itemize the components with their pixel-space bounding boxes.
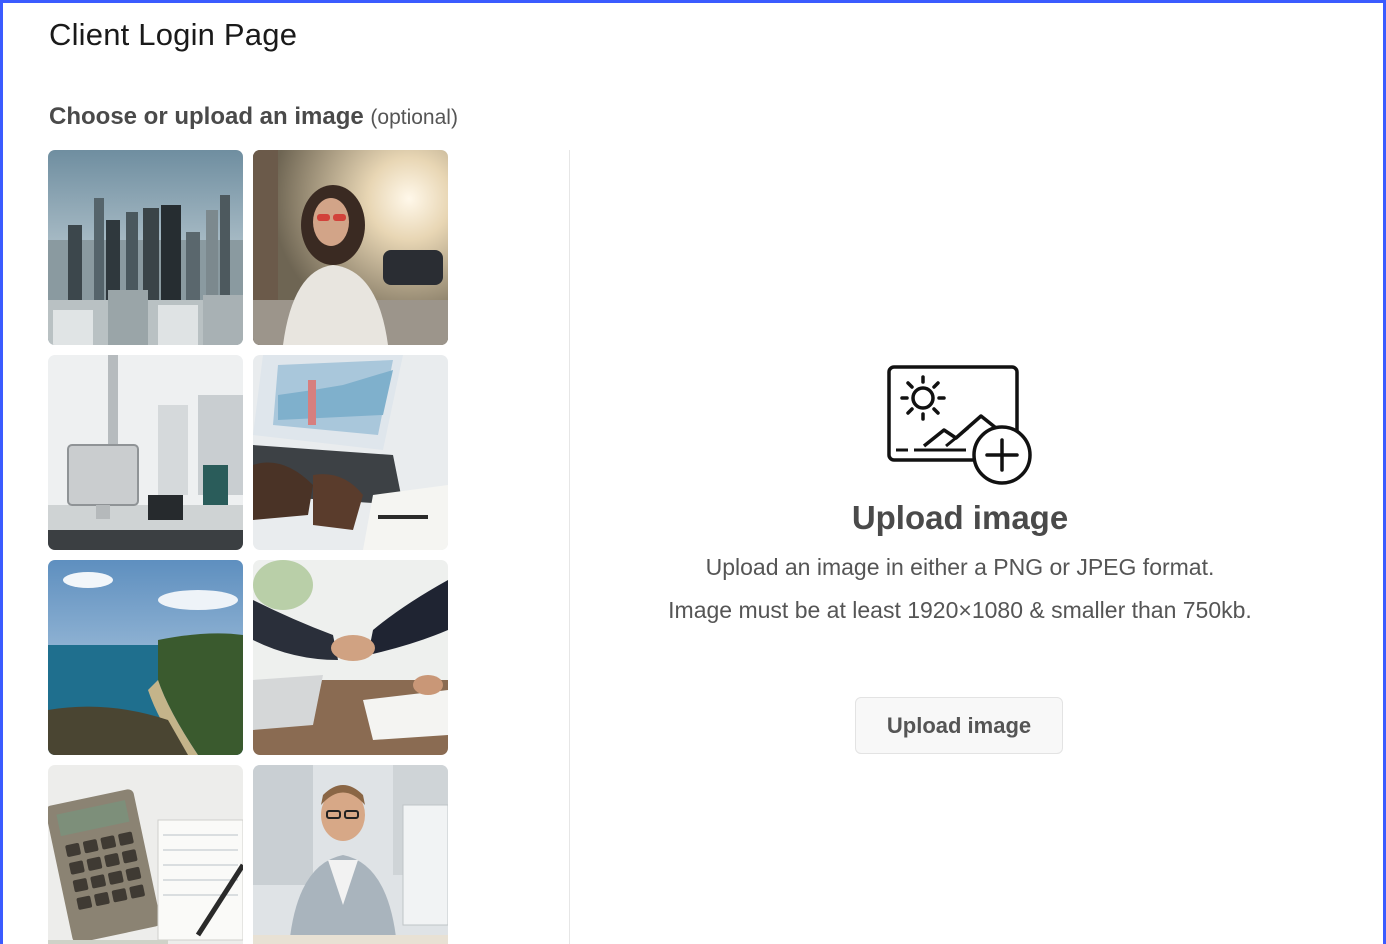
image-chooser-label: Choose or upload an image (optional)	[49, 103, 458, 131]
image-chooser-label-text: Choose or upload an image	[49, 103, 364, 130]
handshake-image	[253, 560, 448, 755]
image-option-handshake[interactable]	[253, 560, 448, 755]
laptop-chart-image	[253, 355, 448, 550]
image-option-calculator[interactable]	[48, 765, 243, 944]
page-title: Client Login Page	[49, 17, 298, 52]
man-on-phone-image	[253, 765, 448, 944]
upload-title: Upload image	[851, 499, 1069, 536]
optional-tag: (optional)	[370, 106, 458, 129]
image-add-icon	[886, 364, 1036, 489]
woman-sunglasses-image	[253, 150, 448, 345]
upload-image-button[interactable]: Upload image	[855, 697, 1063, 754]
image-option-laptop-chart[interactable]	[253, 355, 448, 550]
image-option-city-skyline[interactable]	[48, 150, 243, 345]
upload-panel: Upload image Upload an image in either a…	[570, 150, 1350, 944]
coastline-image	[48, 560, 243, 755]
image-option-coastline[interactable]	[48, 560, 243, 755]
upload-format-hint: Upload an image in either a PNG or JPEG …	[705, 554, 1215, 580]
page-frame: Client Login Page Choose or upload an im…	[0, 0, 1386, 944]
image-gallery	[48, 150, 448, 944]
office-desk-image	[48, 355, 243, 550]
image-option-woman-sunglasses[interactable]	[253, 150, 448, 345]
upload-description: Upload an image in either a PNG or JPEG …	[650, 550, 1270, 636]
calculator-image	[48, 765, 243, 944]
image-option-man-on-phone[interactable]	[253, 765, 448, 944]
upload-size-hint: Image must be at least 1920×1080 & small…	[668, 597, 1252, 623]
city-skyline-image	[48, 150, 243, 345]
image-option-office-desk[interactable]	[48, 355, 243, 550]
